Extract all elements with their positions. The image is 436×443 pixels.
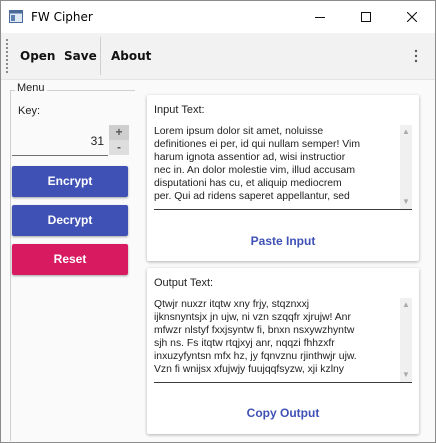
- about-button[interactable]: About: [111, 49, 151, 63]
- output-scrollbar[interactable]: ▲ ▼: [400, 298, 412, 382]
- minimize-icon: [315, 17, 325, 18]
- copy-output-button[interactable]: Copy Output: [147, 406, 419, 420]
- decrypt-button[interactable]: Decrypt: [12, 205, 128, 236]
- toolbar: Open Save About: [1, 33, 435, 80]
- scroll-up-icon[interactable]: ▲: [400, 125, 412, 139]
- more-options-icon[interactable]: [414, 49, 418, 63]
- maximize-button[interactable]: [343, 1, 389, 33]
- increment-button[interactable]: +: [109, 125, 129, 140]
- key-value: 31: [90, 134, 104, 148]
- input-scrollbar[interactable]: ▲ ▼: [400, 125, 412, 209]
- input-text-line: Lorem ipsum dolor sit amet, noluisse: [154, 126, 324, 137]
- input-text: Lorem ipsum dolor sit amet, noluisse def…: [154, 125, 398, 203]
- output-text-line: ijknsnyntsjx jn ujw, ni vzn szqqfr xjruj…: [154, 312, 351, 323]
- output-text-line: Vzn fi wnijsx xfujwjy fuujqqfsyzw, xji k…: [154, 364, 344, 375]
- scroll-down-icon[interactable]: ▼: [400, 368, 412, 382]
- input-card: Input Text: Lorem ipsum dolor sit amet, …: [147, 95, 419, 261]
- menu-title: Menu: [15, 82, 47, 94]
- input-text-line: nec in. An dolor molestie vim, illud acc…: [154, 165, 355, 176]
- output-text: Qtwjr nuxzr itqtw xny frjy, stqznxxj ijk…: [154, 298, 398, 376]
- input-text-line: per. Qui ad ridens saperet appellantur, …: [154, 191, 350, 202]
- output-text-line: sjh ns. Fs itqtw rtqjxyj anr, nqqzi fhhz…: [154, 338, 335, 349]
- app-icon: [9, 10, 23, 23]
- paste-input-button[interactable]: Paste Input: [147, 234, 419, 248]
- output-card: Output Text: Qtwjr nuxzr itqtw xny frjy,…: [147, 268, 419, 434]
- output-text-line: inxuzyfyntsn mfx hz, jy fqnvznu rjinthwj…: [154, 351, 357, 362]
- output-textarea[interactable]: Qtwjr nuxzr itqtw xny frjy, stqznxxj ijk…: [154, 298, 412, 383]
- input-text-line: harum ignota assentior ad, wisi instruct…: [154, 152, 346, 163]
- encrypt-button[interactable]: Encrypt: [12, 166, 128, 197]
- input-textarea[interactable]: Lorem ipsum dolor sit amet, noluisse def…: [154, 125, 412, 210]
- reset-button[interactable]: Reset: [12, 244, 128, 275]
- decrement-button[interactable]: -: [109, 140, 129, 155]
- input-text-line: definitiones ei per, id qui nullam sempe…: [154, 139, 360, 150]
- save-button[interactable]: Save: [64, 49, 97, 63]
- input-text-line: disputationi has cu, et aliquip mediocre…: [154, 178, 342, 189]
- key-input[interactable]: 31: [12, 125, 108, 156]
- minimize-button[interactable]: [297, 1, 343, 33]
- scroll-up-icon[interactable]: ▲: [400, 298, 412, 312]
- toolbar-grip-icon[interactable]: [6, 39, 10, 73]
- window-title: FW Cipher: [31, 10, 93, 24]
- key-label: Key:: [18, 105, 41, 117]
- title-bar[interactable]: FW Cipher: [1, 1, 435, 33]
- app-window: FW Cipher Open Save About Menu Key: 31 +…: [0, 0, 436, 443]
- output-text-line: Qtwjr nuxzr itqtw xny frjy, stqznxxj: [154, 299, 310, 310]
- output-label: Output Text:: [154, 277, 214, 289]
- scroll-down-icon[interactable]: ▼: [400, 195, 412, 209]
- open-button[interactable]: Open: [20, 49, 55, 63]
- toolbar-separator: [100, 37, 101, 75]
- output-text-line: mfwzr nlstyf fxxjsyntw fi, bnxn nsxywzhy…: [154, 325, 355, 336]
- close-button[interactable]: [389, 1, 435, 33]
- input-label: Input Text:: [154, 104, 205, 116]
- key-stepper: + -: [109, 125, 129, 155]
- maximize-icon: [361, 12, 371, 22]
- close-icon: [407, 12, 417, 22]
